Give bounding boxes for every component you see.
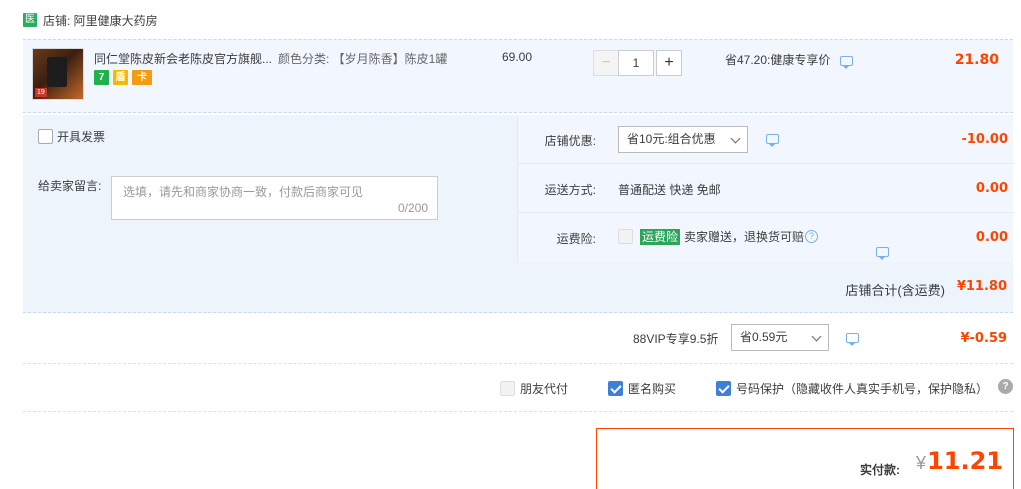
friend-pay-option[interactable]: 朋友代付 [500,380,568,397]
quantity-stepper: − 1 + [593,50,682,76]
shipping-label: 运送方式: [544,183,596,197]
payment-label: 实付款: [860,463,900,477]
anonymous-purchase-checkbox[interactable] [608,381,623,396]
order-fees-panel: 店铺优惠: 省10元:组合优惠 -10.00 运送方式: 普通配送 快递 免邮 … [517,115,1014,262]
shop-discount-label: 店铺优惠: [544,134,596,148]
insurance-amount: 0.00 [975,230,1008,245]
anonymous-purchase-label: 匿名购买 [628,382,677,396]
number-protection-checkbox[interactable] [716,381,731,396]
seller-message-placeholder: 选填，请先和商家协商一致，付款后商家可见 [123,185,364,199]
payment-summary-box: 实付款: ¥ 11.21 [596,428,1014,489]
pharmacy-badge-icon: 医 [23,13,37,27]
credit-card-icon[interactable]: 卡 [132,70,152,85]
unit-price: 69.00 [502,50,533,64]
vip-discount-selected: 省0.59元 [740,330,788,344]
order-options-row: 朋友代付 匿名购买 号码保护（隐藏收件人真实手机号，保护隐私） ? [23,364,1013,412]
character-count: 0/200 [397,201,428,215]
comment-icon[interactable] [766,134,779,147]
product-thumbnail[interactable]: 19 [32,48,84,100]
shop-discount-amount: -10.00 [961,132,1008,147]
number-protection-label: 号码保护（隐藏收件人真实手机号，保护隐私） [736,382,989,396]
product-title-link[interactable]: 同仁堂陈皮新会老陈皮官方旗舰... [94,50,272,67]
order-detail-block: 开具发票 给卖家留言: 选填，请先和商家协商一致，付款后商家可见 0/200 店… [23,115,1014,313]
insurance-checkbox [618,229,633,244]
shipping-amount: 0.00 [975,181,1008,196]
item-discount-label: 省47.20:健康专享价 [725,51,853,69]
anonymous-purchase-option[interactable]: 匿名购买 [608,380,676,397]
decrease-quantity-button[interactable]: − [593,50,619,76]
shop-total-label: 店铺合计(含运费) [845,283,945,298]
seller-message-textarea[interactable]: 选填，请先和商家协商一致，付款后商家可见 0/200 [111,176,438,220]
invoice-checkbox[interactable] [38,129,53,144]
friend-pay-label: 朋友代付 [520,382,569,396]
invoice-option[interactable]: 开具发票 [38,128,105,145]
product-sku: 颜色分类: 【岁月陈香】陈皮1罐 [278,52,448,66]
shop-discount-selected: 省10元:组合优惠 [627,132,716,146]
insurance-label: 运费险: [556,232,596,246]
cart-item-row: 19 同仁堂陈皮新会老陈皮官方旗舰... 颜色分类: 【岁月陈香】陈皮1罐 7 … [23,39,1013,113]
order-notes-panel: 开具发票 给卖家留言: 选填，请先和商家协商一致，付款后商家可见 0/200 [23,115,517,262]
increase-quantity-button[interactable]: + [656,50,682,76]
vip-discount-label: 88VIP专享9.5折 [633,332,719,346]
shop-discount-row: 店铺优惠: 省10元:组合优惠 -10.00 [518,115,1014,164]
shop-name[interactable]: 店铺: 阿里健康大药房 [43,12,158,29]
comment-icon[interactable] [876,247,889,260]
shop-total-row: 店铺合计(含运费) ¥11.80 [23,262,1013,313]
comment-icon[interactable] [839,55,853,69]
chevron-down-icon [811,331,822,342]
service-icons: 7 盾 卡 [94,70,152,85]
payment-amount: 11.21 [927,447,1003,475]
quantity-input[interactable]: 1 [618,50,654,76]
insurance-row: 运费险: 运费险 卖家赠送，退换货可赔 ? 0.00 [518,213,1014,262]
shop-header: 医 店铺: 阿里健康大药房 [23,11,158,29]
guarantee-shield-icon[interactable]: 盾 [113,70,128,85]
vip-discount-select[interactable]: 省0.59元 [731,324,829,351]
vip-discount-row: 88VIP专享9.5折 省0.59元 ¥-0.59 [23,314,1013,364]
number-protection-option[interactable]: 号码保护（隐藏收件人真实手机号，保护隐私） [716,380,988,397]
help-icon[interactable]: ? [998,379,1013,394]
vip-discount-amount: ¥-0.59 [960,331,1007,346]
item-discount-text: 省47.20:健康专享价 [725,53,831,67]
shop-discount-select[interactable]: 省10元:组合优惠 [618,126,748,153]
help-icon[interactable]: ? [805,230,819,243]
insurance-badge: 运费险 [640,228,681,245]
shipping-method: 普通配送 快递 免邮 [618,183,721,197]
invoice-label: 开具发票 [57,130,106,144]
thumbnail-tag: 19 [35,88,47,97]
currency-symbol: ¥ [915,453,926,473]
insurance-info: 运费险 卖家赠送，退换货可赔 ? [618,228,889,260]
item-total-price: 21.80 [954,52,999,68]
seller-message-label: 给卖家留言: [38,179,102,193]
insurance-description: 卖家赠送，退换货可赔 [684,230,805,244]
comment-icon[interactable] [846,333,859,346]
shop-total-value: ¥11.80 [956,279,1007,294]
friend-pay-checkbox[interactable] [500,381,515,396]
seven-day-return-icon[interactable]: 7 [94,70,109,85]
chevron-down-icon [730,133,741,144]
shipping-row: 运送方式: 普通配送 快递 免邮 0.00 [518,164,1014,213]
